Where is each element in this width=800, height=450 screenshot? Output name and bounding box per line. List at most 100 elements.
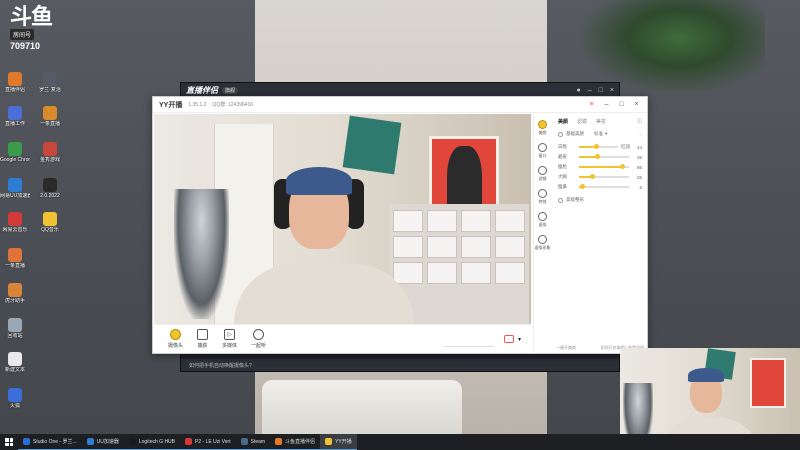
taskbar-item-label: Studio One - 罗兰... (33, 439, 77, 445)
taskbar-item[interactable]: UU加速器 (81, 434, 124, 450)
close-icon[interactable]: × (632, 101, 641, 108)
app-icon (43, 72, 57, 86)
companion-tip[interactable]: 如何把手机自动唤醒摄像头? (189, 362, 252, 369)
desktop-icon[interactable]: 罗兰·复活 (35, 72, 65, 93)
side-nav-filter[interactable]: 滤镜 (538, 166, 547, 182)
side-nav-window[interactable]: 窗口 (538, 143, 547, 159)
slider-label: 瘦脸 (558, 164, 567, 169)
taskbar-item[interactable]: YY开播 (320, 434, 357, 450)
minimize-icon[interactable]: – (602, 101, 611, 108)
minimize-icon[interactable]: – (588, 87, 592, 94)
listen-button[interactable]: 一起听 (251, 329, 266, 349)
camera-button[interactable]: 摄像头 (168, 329, 183, 349)
slider-extra-label: 红润 (621, 144, 630, 149)
desktop-icon-label: Google Chrome (0, 157, 30, 163)
beauty-slider[interactable] (579, 184, 629, 189)
slider-knob[interactable] (594, 144, 600, 149)
side-nav-beauty[interactable]: 美颜 (538, 120, 547, 136)
taskbar-item-label: 斗鱼直播伴侣 (285, 439, 316, 445)
desktop-icon-label: 直播工作 (4, 121, 25, 127)
slider-knob[interactable] (589, 174, 595, 179)
taskbar-app-icon (275, 438, 283, 445)
taskbar-app-icon (185, 438, 193, 445)
taskbar-item[interactable]: Steam (235, 434, 271, 450)
desktop-icon[interactable]: 一条直播 (35, 106, 65, 127)
desktop-icon[interactable]: 一条直播 (0, 248, 30, 269)
desktop-icon[interactable]: Google Chrome (0, 142, 30, 163)
record-icon[interactable] (503, 335, 514, 343)
app-icon (8, 178, 22, 192)
taskbar-item[interactable]: Logitech G HUB (123, 434, 181, 450)
beauty-slider[interactable] (579, 174, 629, 179)
camera-preview[interactable] (154, 114, 531, 324)
reset-icon[interactable]: ◌ (639, 132, 642, 137)
taskbar-item-label: UU加速器 (96, 439, 119, 445)
companion-titlebar[interactable]: 直播伴侣 旗舰 ● – □ × (181, 83, 619, 97)
desktop-icon[interactable]: 网易云音乐 (0, 212, 30, 233)
chevron-down-icon[interactable]: ▾ (518, 336, 521, 343)
app-icon (43, 142, 57, 156)
menu-icon[interactable]: ≡ (587, 101, 596, 108)
app-icon (8, 248, 22, 262)
beauty-slider-row: 瘦鼻 5 (558, 182, 642, 192)
desktop-icon[interactable]: 直播伴侣 (0, 72, 30, 93)
desktop-icon-label: 虎牙助手 (4, 298, 25, 304)
yy-titlebar[interactable]: YY开播 1.35.1.2 QQ群: 124396416 ≡ – □ × (153, 97, 647, 113)
maximize-icon[interactable]: □ (599, 87, 603, 94)
desktop-icon[interactable]: 火狐 (0, 388, 30, 409)
avatar-icon[interactable]: ● (577, 87, 581, 94)
close-icon[interactable]: × (610, 87, 614, 94)
capture-button[interactable]: 捕获 (197, 329, 209, 349)
windows-icon (5, 438, 13, 446)
side-nav-avatar[interactable]: 虚拟 (538, 212, 547, 228)
taskbar-item[interactable]: P2 - LE Uzi Vert (180, 434, 236, 450)
companion-bottom-bar: 如何把手机自动唤醒摄像头? (181, 359, 619, 371)
desktop-icon[interactable]: 虎牙助手 (0, 283, 30, 304)
beauty-slider-row: 磨皮 35 (558, 152, 642, 162)
slider-knob[interactable] (594, 154, 600, 159)
slider-label: 磨皮 (558, 154, 567, 159)
tab-beauty[interactable]: 美颜 (558, 118, 568, 125)
slider-value: 85 (636, 164, 642, 170)
side-nav-effect[interactable]: 特效 (538, 189, 547, 205)
taskbar-item-label: Steam (250, 438, 266, 445)
preset-select[interactable]: 标准 (594, 131, 603, 137)
beauty-slider[interactable] (579, 164, 629, 169)
side-nav-virtual[interactable]: 虚拟形象 (535, 235, 551, 251)
desktop-icon[interactable]: 回收站 (0, 318, 30, 339)
desktop-icon[interactable]: 2.0.2022 (35, 178, 65, 199)
desktop-icon[interactable]: 金秀游戏 (35, 142, 65, 163)
advanced-checkbox[interactable] (558, 197, 563, 203)
slider-label: 大眼 (558, 174, 567, 179)
beauty-slider[interactable] (579, 154, 629, 159)
taskbar-item[interactable]: 斗鱼直播伴侣 (270, 434, 321, 450)
slider-label: 瘦鼻 (558, 184, 567, 189)
slider-value: 44 (636, 144, 642, 150)
taskbar-app-icon (240, 438, 248, 445)
tab-filter[interactable]: 滤镜 (577, 118, 587, 125)
slider-fill (579, 156, 597, 158)
room-number: 709710 (10, 41, 41, 51)
volume-track[interactable] (444, 346, 494, 347)
tab-makeup[interactable]: 美妆 (596, 118, 606, 125)
one-click-checkbox[interactable] (558, 131, 563, 137)
compare-icon[interactable]: ◫ (637, 118, 642, 125)
desktop-icon[interactable]: 直播工作 (0, 106, 30, 127)
media-button[interactable]: ▷ 多媒体 (222, 329, 237, 349)
beauty-slider[interactable] (579, 144, 618, 149)
start-button[interactable] (0, 434, 18, 450)
taskbar-item[interactable]: Studio One - 罗兰... (18, 434, 82, 450)
desktop-icon[interactable]: 网易UU加速器 (0, 178, 30, 199)
footer-left-link[interactable]: 一键开美颜 (556, 345, 576, 351)
slider-fill (579, 166, 622, 168)
app-icon (8, 352, 22, 366)
slider-knob[interactable] (579, 184, 585, 189)
maximize-icon[interactable]: □ (617, 101, 626, 108)
slider-knob[interactable] (619, 164, 625, 169)
media-icon: ▷ (224, 329, 236, 340)
taskbar-app-icon (325, 438, 333, 445)
desktop-icon[interactable]: QQ音乐 (35, 212, 65, 233)
chevron-down-icon[interactable]: ▾ (605, 131, 607, 137)
desktop-icon[interactable]: 新建文本 (0, 352, 30, 373)
desktop-icon-label: 回收站 (7, 333, 23, 339)
